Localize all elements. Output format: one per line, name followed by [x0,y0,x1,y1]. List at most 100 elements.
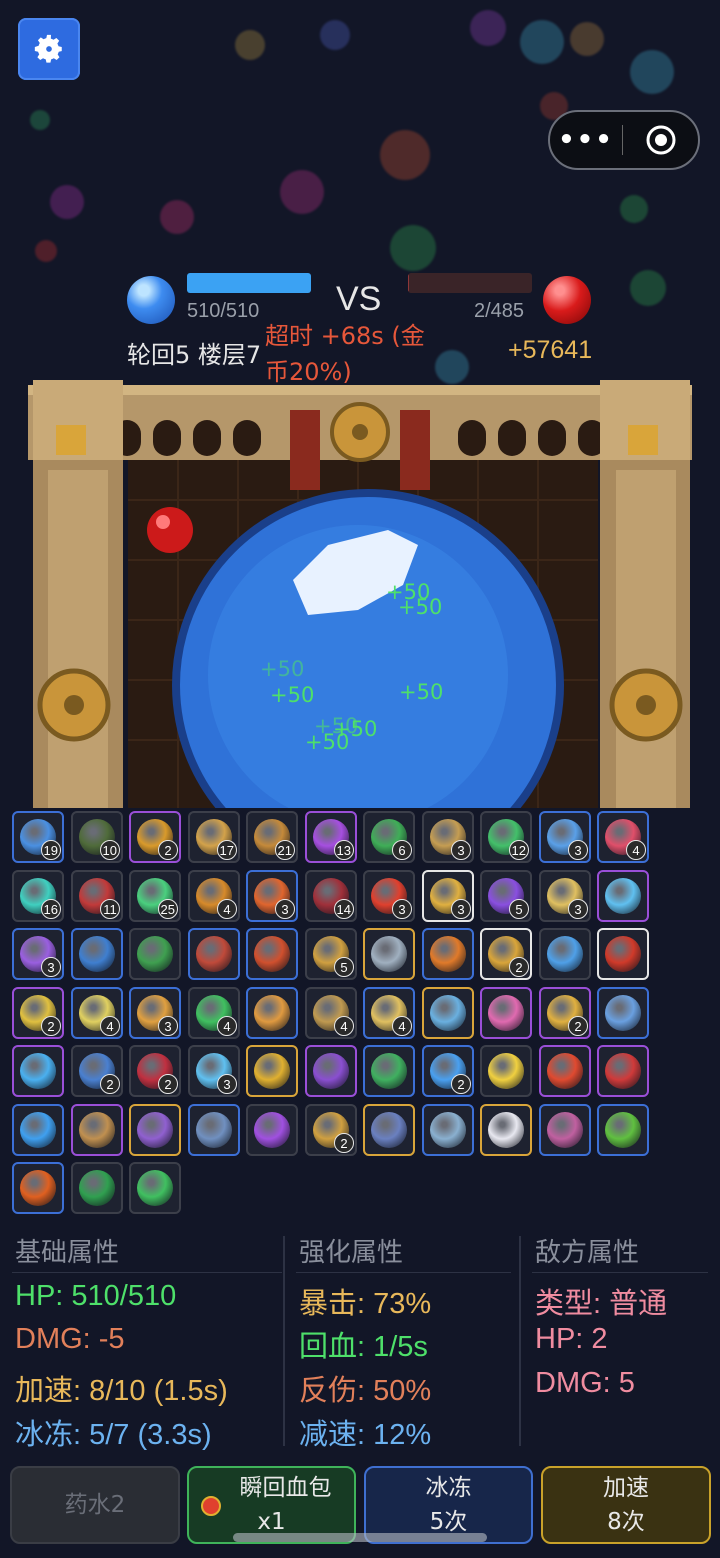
inventory-slot[interactable]: 5 [480,870,532,922]
inventory-slot[interactable]: 13 [305,811,357,863]
inventory-slot[interactable] [129,928,181,980]
inventory-slot[interactable]: 2 [305,1104,357,1156]
inventory-slot[interactable] [12,1045,64,1097]
inventory-slot[interactable] [597,870,649,922]
item-icon [20,1112,56,1148]
settings-button[interactable] [18,18,80,80]
item-count-badge: 25 [157,899,178,919]
inventory-slot[interactable] [363,1045,415,1097]
inventory-slot[interactable] [188,928,240,980]
inventory-slot[interactable] [71,1162,123,1214]
item-icon [430,995,466,1031]
inventory-slot[interactable] [480,987,532,1039]
inventory-slot[interactable] [539,1045,591,1097]
potion-button[interactable]: 药水2 [10,1466,180,1544]
inventory-slot[interactable]: 2 [539,987,591,1039]
inventory-slot[interactable] [539,1104,591,1156]
more-dots-icon: ••• [558,125,614,155]
inventory-slot[interactable]: 4 [305,987,357,1039]
item-count-badge: 12 [508,840,529,860]
inventory-slot[interactable]: 2 [12,987,64,1039]
heal-popup: +50 [260,657,305,681]
inventory-slot[interactable] [71,1104,123,1156]
inventory-slot[interactable]: 3 [188,1045,240,1097]
inventory-slot[interactable]: 2 [129,811,181,863]
inventory-slot[interactable] [246,987,298,1039]
inventory-slot[interactable] [597,1045,649,1097]
inventory-slot[interactable] [129,1162,181,1214]
inventory-slot[interactable]: 3 [422,870,474,922]
item-count-badge: 3 [217,1074,237,1094]
item-count-badge: 11 [100,899,120,919]
panel-divider [519,1236,521,1446]
inventory-slot[interactable]: 3 [422,811,474,863]
inventory-slot[interactable]: 5 [305,928,357,980]
inventory-slot[interactable]: 2 [71,1045,123,1097]
speed-button[interactable]: 加速 8次 [541,1466,711,1544]
item-icon [371,936,407,972]
item-count-badge: 2 [41,1016,61,1036]
enemy-orb-icon [543,276,591,324]
inventory-slot[interactable]: 11 [71,870,123,922]
inventory-slot[interactable] [12,1104,64,1156]
inventory-slot[interactable] [305,1045,357,1097]
inventory-slot[interactable]: 3 [363,870,415,922]
inventory-slot[interactable]: 16 [12,870,64,922]
item-icon [605,878,641,914]
inventory-slot[interactable] [71,928,123,980]
inventory-slot[interactable] [12,1162,64,1214]
inventory-slot[interactable]: 2 [129,1045,181,1097]
heal-pack-icon [201,1496,221,1516]
inventory-slot[interactable]: 4 [71,987,123,1039]
inventory-slot[interactable]: 14 [305,870,357,922]
more-menu-button[interactable]: ••• [550,125,622,155]
enemy-type-stat: 类型: 普通 [535,1288,668,1320]
inventory-slot[interactable] [246,1045,298,1097]
inventory-slot[interactable]: 19 [12,811,64,863]
inventory-slot[interactable] [480,1104,532,1156]
inventory-slot[interactable]: 4 [363,987,415,1039]
inventory-slot[interactable]: 10 [71,811,123,863]
inventory-slot[interactable] [246,1104,298,1156]
inventory-slot[interactable] [539,928,591,980]
inventory-slot[interactable]: 3 [539,870,591,922]
inventory-slot[interactable]: 12 [480,811,532,863]
inventory-slot[interactable] [363,928,415,980]
inventory-slot[interactable]: 4 [188,870,240,922]
item-icon [137,936,173,972]
item-count-badge: 4 [334,1016,354,1036]
item-count-badge: 5 [509,899,529,919]
inventory-slot[interactable] [480,1045,532,1097]
inventory-slot[interactable] [597,987,649,1039]
inventory-slot[interactable]: 2 [480,928,532,980]
inventory-slot[interactable]: 2 [422,1045,474,1097]
player-hp-text: 510/510 [187,300,260,322]
enhance-slow-stat: 减速: 12% [299,1419,432,1451]
inventory-slot[interactable]: 3 [539,811,591,863]
inventory-slot[interactable] [422,987,474,1039]
inventory-slot[interactable] [597,928,649,980]
panel-underline [12,1272,282,1273]
inventory-slot[interactable] [129,1104,181,1156]
inventory-slot[interactable]: 3 [12,928,64,980]
inventory-slot[interactable]: 6 [363,811,415,863]
item-icon [430,1112,466,1148]
item-count-badge: 4 [217,1016,237,1036]
inventory-slot[interactable]: 17 [188,811,240,863]
inventory-slot[interactable] [246,928,298,980]
inventory-slot[interactable] [422,1104,474,1156]
inventory-slot[interactable] [363,1104,415,1156]
base-stats-title: 基础属性 [15,1238,120,1268]
inventory-slot[interactable]: 21 [246,811,298,863]
inventory-slot[interactable] [597,1104,649,1156]
inventory-slot[interactable] [422,928,474,980]
close-miniprogram-button[interactable] [623,124,698,156]
inventory-slot[interactable]: 4 [188,987,240,1039]
inventory-slot[interactable]: 3 [129,987,181,1039]
inventory-slot[interactable]: 3 [246,870,298,922]
inventory-slot[interactable]: 4 [597,811,649,863]
item-count-badge: 19 [40,840,61,860]
item-icon [605,936,641,972]
inventory-slot[interactable] [188,1104,240,1156]
inventory-slot[interactable]: 25 [129,870,181,922]
